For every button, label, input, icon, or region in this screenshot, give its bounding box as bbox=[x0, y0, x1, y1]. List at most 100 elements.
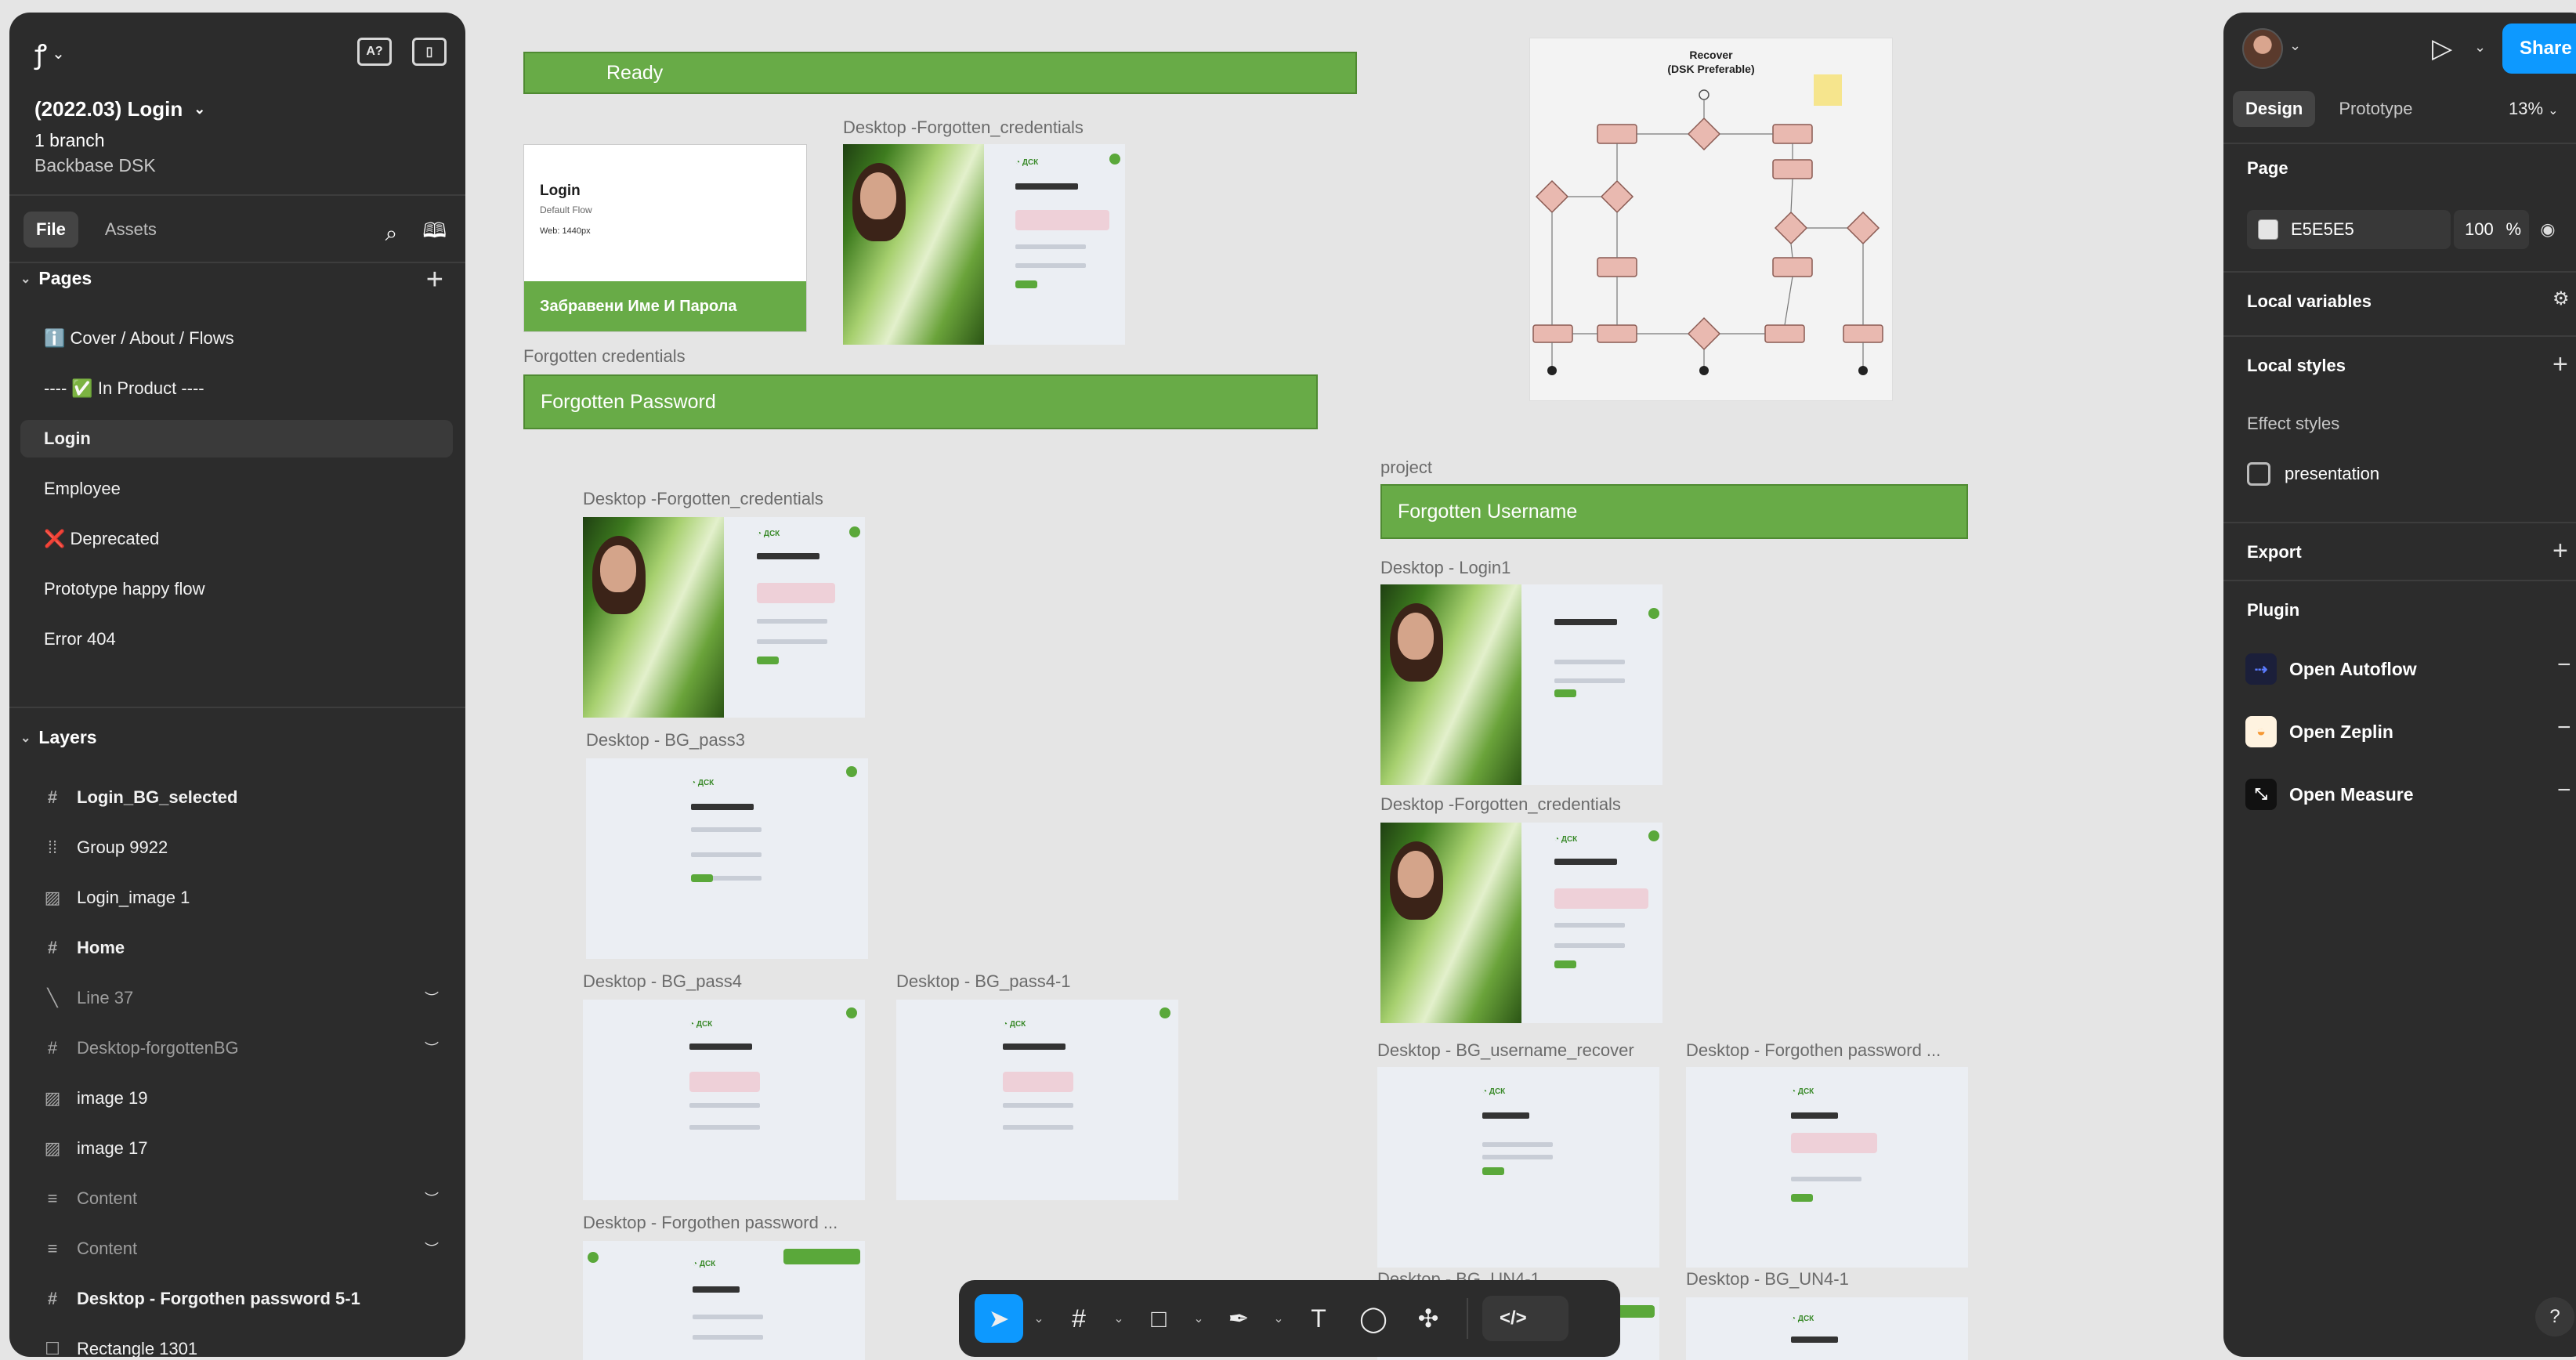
plugin-item-zeplin[interactable]: ◒ Open Zeplin bbox=[2245, 716, 2393, 747]
hidden-eye-icon[interactable]: ︶ bbox=[425, 988, 439, 1008]
color-swatch[interactable] bbox=[2258, 219, 2278, 240]
layer-item[interactable]: # Home bbox=[20, 929, 453, 967]
frame-thumbnail[interactable]: ◔ ДСК bbox=[586, 758, 868, 959]
ready-banner[interactable]: Ready bbox=[523, 52, 1357, 94]
plugin-item-measure[interactable]: ⤡ Open Measure bbox=[2245, 779, 2414, 810]
frame-thumbnail[interactable]: ◔ ДСК bbox=[583, 517, 865, 718]
layer-item[interactable]: ▨ image 19 bbox=[20, 1080, 453, 1117]
pen-tool-button[interactable]: ✒ bbox=[1214, 1294, 1263, 1343]
layers-header[interactable]: ⌄ Layers bbox=[20, 727, 97, 748]
file-title-button[interactable]: (2022.03) Login ⌄ bbox=[34, 97, 205, 121]
add-style-button[interactable]: + bbox=[2552, 351, 2568, 378]
avatar[interactable] bbox=[2242, 28, 2283, 69]
layer-item[interactable]: ≡ Content ︶ bbox=[20, 1230, 453, 1268]
frame-label[interactable]: Desktop - BG_username_recover bbox=[1377, 1040, 1634, 1061]
text-tool-button[interactable]: T bbox=[1294, 1294, 1343, 1343]
layer-item[interactable]: # Login_BG_selected bbox=[20, 779, 453, 816]
hidden-eye-icon[interactable]: ︶ bbox=[425, 1239, 439, 1259]
section-label[interactable]: Forgotten credentials bbox=[523, 346, 686, 367]
zoom-level[interactable]: 13% ⌄ bbox=[2509, 99, 2559, 119]
remove-plugin-button[interactable]: − bbox=[2557, 777, 2571, 804]
present-icon[interactable]: ▷ bbox=[2432, 33, 2452, 64]
layer-item[interactable]: ▨ Login_image 1 bbox=[20, 879, 453, 917]
text-preferences-icon[interactable]: A? bbox=[357, 38, 392, 66]
add-page-button[interactable]: + bbox=[426, 265, 443, 295]
frame-label[interactable]: Desktop - BG_pass4 bbox=[583, 971, 742, 992]
page-item-in-product[interactable]: ---- ✅ In Product ---- bbox=[20, 370, 453, 407]
library-icon[interactable]: 🕮 bbox=[422, 216, 447, 251]
variables-settings-icon[interactable]: ⚙ bbox=[2552, 290, 2570, 309]
search-icon[interactable]: ⌕ bbox=[385, 221, 398, 247]
page-opacity-input[interactable]: 100 % bbox=[2454, 210, 2529, 249]
frame-thumbnail[interactable]: ◔ ДСК bbox=[583, 1241, 865, 1360]
chevron-down-icon[interactable]: ⌄ bbox=[1269, 1311, 1288, 1326]
help-button[interactable]: ? bbox=[2535, 1297, 2574, 1336]
page-item-error-404[interactable]: Error 404 bbox=[20, 620, 453, 658]
page-item-prototype-happy-flow[interactable]: Prototype happy flow bbox=[20, 570, 453, 608]
eye-icon[interactable]: ◉ bbox=[2532, 210, 2563, 249]
frame-label[interactable]: Desktop - Forgothen password ... bbox=[583, 1213, 838, 1233]
frame-thumbnail[interactable]: ◔ ДСК bbox=[583, 1000, 865, 1200]
section-label[interactable]: project bbox=[1380, 458, 1432, 478]
branch-count[interactable]: 1 branch bbox=[34, 130, 105, 151]
frame-thumbnail[interactable]: ◔ ДСК bbox=[896, 1000, 1178, 1200]
frame-label[interactable]: Desktop - Forgothen password ... bbox=[1686, 1040, 1941, 1061]
forgotten-username-banner[interactable]: Forgotten Username bbox=[1380, 484, 1968, 539]
page-color-input[interactable]: E5E5E5 bbox=[2247, 210, 2451, 249]
actions-tool-button[interactable]: ✣ bbox=[1404, 1294, 1453, 1343]
move-tool-button[interactable]: ➤ bbox=[975, 1294, 1023, 1343]
frame-thumbnail[interactable]: ◔ ДСК bbox=[1380, 823, 1662, 1023]
tab-design[interactable]: Design bbox=[2233, 91, 2316, 127]
frame-thumbnail[interactable]: ◔ ДСК bbox=[843, 144, 1125, 345]
tab-file[interactable]: File bbox=[24, 212, 78, 248]
page-item-cover[interactable]: ℹ️ Cover / About / Flows bbox=[20, 320, 453, 357]
tab-prototype[interactable]: Prototype bbox=[2326, 91, 2425, 127]
frame-label[interactable]: Desktop - BG_pass4-1 bbox=[896, 971, 1071, 992]
page-item-login[interactable]: Login bbox=[20, 420, 453, 458]
add-export-button[interactable]: + bbox=[2552, 537, 2568, 564]
frame-label[interactable]: Desktop - BG_pass3 bbox=[586, 730, 745, 751]
frame-thumbnail[interactable]: ◔ ДСК bbox=[1686, 1067, 1968, 1268]
page-item-deprecated[interactable]: ❌ Deprecated bbox=[20, 520, 453, 558]
frame-tool-button[interactable]: # bbox=[1055, 1294, 1103, 1343]
shape-tool-button[interactable]: □ bbox=[1134, 1294, 1183, 1343]
page-item-employee[interactable]: Employee bbox=[20, 470, 453, 508]
share-button[interactable]: Share bbox=[2502, 24, 2576, 74]
remove-plugin-button[interactable]: − bbox=[2557, 652, 2571, 678]
chevron-down-icon[interactable]: ⌄ bbox=[1189, 1311, 1208, 1326]
frame-thumbnail[interactable]: ◔ ДСК bbox=[1377, 1067, 1659, 1268]
plugin-item-autoflow[interactable]: ⇢ Open Autoflow bbox=[2245, 653, 2417, 685]
dev-mode-toggle[interactable]: </> bbox=[1482, 1296, 1568, 1341]
layer-item[interactable]: ⁞⁞ Group 9922 bbox=[20, 829, 453, 866]
local-variables-heading[interactable]: Local variables bbox=[2247, 291, 2372, 312]
login-cover-card[interactable]: Login Default Flow Web: 1440px Забравени… bbox=[523, 144, 807, 332]
hidden-eye-icon[interactable]: ︶ bbox=[425, 1038, 439, 1058]
layer-item[interactable]: ≡ Content ︶ bbox=[20, 1180, 453, 1217]
frame-label[interactable]: Desktop -Forgotten_credentials bbox=[1380, 794, 1621, 815]
comment-tool-button[interactable]: ◯ bbox=[1349, 1294, 1398, 1343]
frame-label[interactable]: Desktop -Forgotten_credentials bbox=[843, 118, 1084, 138]
layer-item[interactable]: # Desktop-forgottenBG ︶ bbox=[20, 1029, 453, 1067]
frame-thumbnail[interactable] bbox=[1380, 584, 1662, 785]
layer-item[interactable]: ▨ image 17 bbox=[20, 1130, 453, 1167]
chevron-down-icon[interactable]: ⌄ bbox=[2474, 39, 2486, 56]
frame-thumbnail[interactable]: ◔ ДСК bbox=[1686, 1297, 1968, 1360]
frame-label[interactable]: Desktop -Forgotten_credentials bbox=[583, 489, 823, 509]
main-menu-button[interactable]: ꝭ ⌄ bbox=[34, 36, 89, 71]
frame-label[interactable]: Desktop - Login1 bbox=[1380, 558, 1511, 578]
layer-item[interactable]: ☐ Rectangle 1301 bbox=[20, 1330, 453, 1357]
chevron-down-icon[interactable]: ⌄ bbox=[1029, 1311, 1048, 1326]
layer-item[interactable]: # Desktop - Forgothen password 5-1 bbox=[20, 1280, 453, 1318]
chevron-down-icon[interactable]: ⌄ bbox=[1109, 1311, 1128, 1326]
frame-label[interactable]: Desktop - BG_UN4-1 bbox=[1686, 1269, 1849, 1289]
layer-item[interactable]: ╲ Line 37 ︶ bbox=[20, 979, 453, 1017]
tab-assets[interactable]: Assets bbox=[92, 212, 169, 248]
hidden-eye-icon[interactable]: ︶ bbox=[425, 1188, 439, 1209]
pages-header[interactable]: ⌄ Pages bbox=[20, 268, 92, 289]
forgotten-password-banner[interactable]: Forgotten Password bbox=[523, 374, 1318, 429]
remove-plugin-button[interactable]: − bbox=[2557, 714, 2571, 741]
flow-diagram-card[interactable]: Recover (DSK Preferable) bbox=[1529, 38, 1893, 401]
toggle-sidebar-icon[interactable]: ▯ bbox=[412, 38, 447, 66]
chevron-down-icon[interactable]: ⌄ bbox=[2289, 38, 2301, 54]
style-item-presentation[interactable]: presentation bbox=[2247, 462, 2379, 486]
